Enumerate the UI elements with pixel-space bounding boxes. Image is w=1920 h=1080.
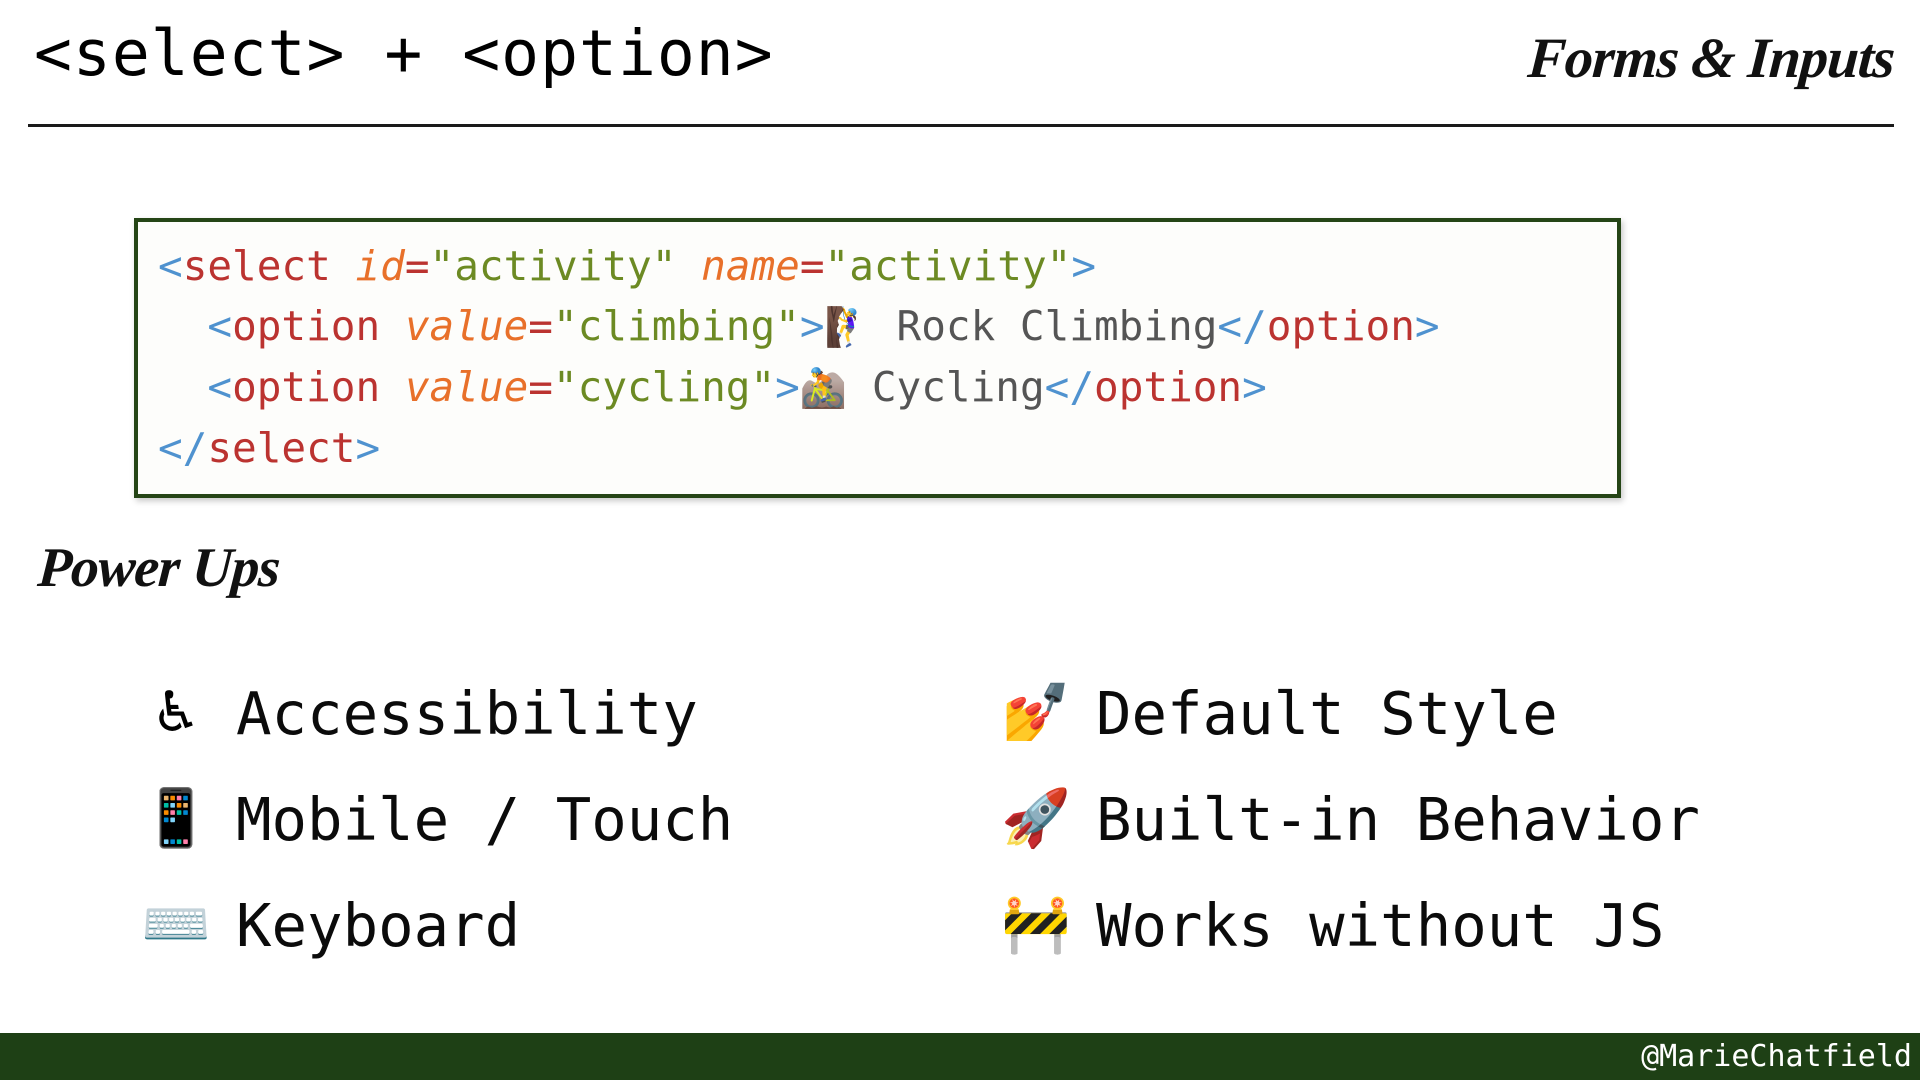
power-up-item: ♿ Accessibility [140, 660, 980, 766]
power-up-item: 💅 Default Style [1000, 660, 1840, 766]
rocket-icon: 🚀 [1001, 786, 1071, 851]
code-token-str: "cycling" [552, 363, 776, 411]
code-token-content: Rock Climbing [871, 302, 1218, 350]
keyboard-icon: ⌨️ [141, 892, 211, 957]
accessibility-icon: ♿ [150, 680, 202, 745]
code-token-punc: > [1414, 302, 1440, 350]
code-token-attr: value [404, 302, 529, 350]
power-up-item: 📱 Mobile / Touch [140, 766, 980, 872]
code-emoji: 🧗‍♀️ [824, 305, 872, 349]
code-token-tag: option [1266, 302, 1415, 350]
nail-polish-icon: 💅 [1001, 680, 1071, 745]
code-token-str: "climbing" [552, 302, 800, 350]
power-up-label: Built-in Behavior [1096, 784, 1700, 854]
code-line: <option value="cycling">🚵 Cycling</optio… [158, 357, 1597, 418]
code-token-tag: option [1094, 363, 1243, 411]
code-lines: <select id="activity" name="activity"> <… [158, 236, 1597, 478]
power-ups-heading: Power Ups [35, 537, 282, 599]
code-line: <select id="activity" name="activity"> [158, 236, 1597, 296]
code-token-attr: value [404, 363, 529, 411]
code-token-eq: = [404, 242, 430, 290]
slide-footer: @MarieChatfield [0, 1033, 1920, 1080]
code-token-punc: </ [1044, 363, 1095, 411]
code-token-punc: < [207, 363, 233, 411]
code-token-tag: select [182, 242, 331, 290]
code-token-eq: = [799, 242, 825, 290]
code-emoji: 🚵 [799, 366, 848, 410]
section-kicker: Forms & Inputs [1525, 27, 1897, 90]
code-token-eq: = [528, 363, 553, 411]
code-token-punc: </ [1217, 302, 1267, 350]
power-up-item: 🚧 Works without JS [1000, 872, 1840, 978]
code-token-tag: select [207, 424, 356, 472]
code-token-punc: < [207, 302, 233, 350]
author-handle: @MarieChatfield [1641, 1039, 1912, 1074]
slide-header: <select> + <option> Forms & Inputs [0, 0, 1920, 128]
code-token-str: "activity" [429, 242, 677, 290]
power-up-item: 🚀 Built-in Behavior [1000, 766, 1840, 872]
power-up-label: Works without JS [1096, 890, 1665, 960]
code-token-punc: > [1071, 242, 1097, 290]
code-token-eq: = [528, 302, 553, 350]
code-token-str: "activity" [824, 242, 1072, 290]
code-token-punc: < [158, 242, 183, 290]
code-token-punc: </ [158, 424, 208, 472]
code-line: </select> [158, 418, 1597, 478]
code-token-punc: > [1242, 363, 1267, 411]
code-token-punc: > [799, 302, 825, 350]
code-token-attr: id [355, 242, 405, 290]
mobile-phone-icon: 📱 [141, 786, 211, 851]
code-token-punc: > [775, 363, 800, 411]
construction-icon: 🚧 [1001, 892, 1071, 957]
code-token-content: Cycling [847, 363, 1045, 411]
code-token-tag: option [232, 302, 381, 350]
power-ups-list: ♿ Accessibility 💅 Default Style 📱 Mobile / To… [140, 660, 1840, 978]
code-token-tag: option [232, 363, 381, 411]
power-up-label: Keyboard [236, 890, 521, 960]
code-block: <select id="activity" name="activity"> <… [134, 218, 1621, 498]
header-divider [28, 124, 1894, 127]
power-up-label: Mobile / Touch [236, 784, 734, 854]
code-token-attr: name [701, 242, 800, 290]
power-up-item: ⌨️ Keyboard [140, 872, 980, 978]
page-title: <select> + <option> [34, 17, 774, 90]
code-line: <option value="climbing">🧗‍♀️ Rock Climb… [158, 296, 1597, 357]
power-up-label: Default Style [1096, 678, 1558, 748]
power-up-label: Accessibility [236, 678, 698, 748]
code-token-punc: > [355, 424, 381, 472]
